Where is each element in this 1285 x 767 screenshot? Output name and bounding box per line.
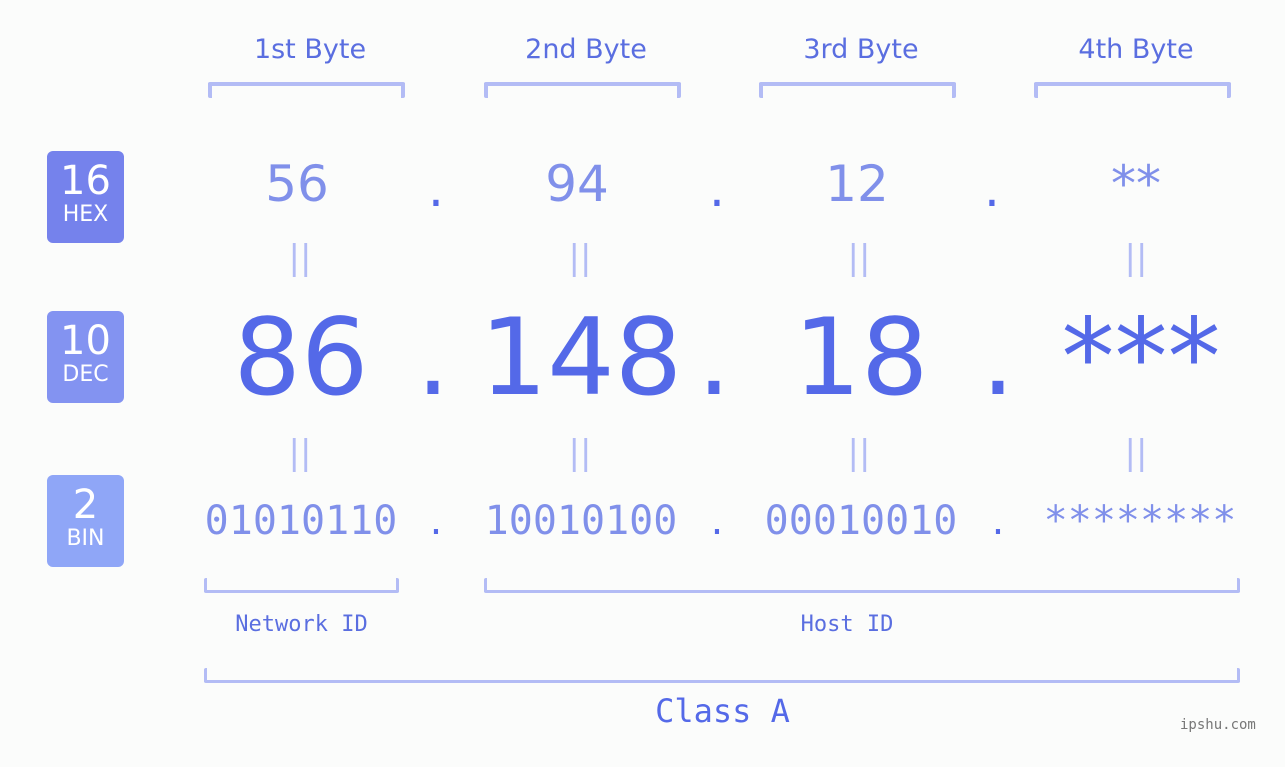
equals-dec-bin-4: ||	[1124, 433, 1148, 473]
bin-badge-number: 2	[72, 482, 99, 528]
dec-byte-3: 18	[793, 296, 929, 419]
dec-byte-2: 148	[479, 296, 683, 419]
byte-header-1: 1st Byte	[253, 34, 367, 65]
equals-hex-dec-2: ||	[568, 238, 592, 278]
byte-bracket-3	[759, 82, 956, 98]
bin-byte-2: 10010100	[484, 498, 678, 544]
bin-byte-3: 00010010	[764, 498, 958, 544]
hex-dot-3: .	[984, 160, 1000, 218]
hex-dot-1: .	[428, 160, 444, 218]
dec-dot-2: .	[697, 296, 731, 419]
bin-badge: 2 BIN	[47, 475, 124, 567]
byte-bracket-2	[484, 82, 681, 98]
watermark: ipshu.com	[1180, 717, 1256, 733]
byte-header-4: 4th Byte	[1078, 34, 1194, 65]
bin-dot-3: .	[991, 498, 1005, 544]
byte-bracket-4	[1034, 82, 1231, 98]
host-id-bracket	[484, 578, 1240, 593]
network-id-label: Network ID	[235, 612, 368, 637]
bin-dot-1: .	[429, 498, 443, 544]
hex-byte-1: 56	[265, 155, 329, 213]
dec-badge-number: 10	[60, 318, 111, 364]
equals-dec-bin-2: ||	[568, 433, 592, 473]
byte-header-3: 3rd Byte	[803, 34, 919, 65]
hex-byte-3: 12	[825, 155, 889, 213]
equals-hex-dec-3: ||	[847, 238, 871, 278]
bin-dot-2: .	[710, 498, 724, 544]
dec-dot-1: .	[416, 296, 450, 419]
dec-byte-1: 86	[233, 296, 369, 419]
equals-hex-dec-4: ||	[1124, 238, 1148, 278]
bin-byte-1: 01010110	[204, 498, 398, 544]
bin-byte-4: ********	[1043, 498, 1237, 544]
class-label: Class A	[655, 692, 790, 730]
host-id-label: Host ID	[800, 612, 894, 637]
hex-byte-4: **	[1111, 155, 1161, 213]
dec-byte-4: ***	[1061, 296, 1221, 419]
byte-header-2: 2nd Byte	[525, 34, 647, 65]
bin-badge-label: BIN	[66, 526, 105, 551]
dec-badge-label: DEC	[62, 362, 109, 387]
equals-dec-bin-1: ||	[288, 433, 312, 473]
byte-bracket-1	[208, 82, 405, 98]
class-bracket	[204, 668, 1240, 683]
hex-byte-2: 94	[545, 155, 609, 213]
hex-badge-number: 16	[60, 158, 111, 204]
hex-badge: 16 HEX	[47, 151, 124, 243]
hex-dot-2: .	[709, 160, 725, 218]
equals-hex-dec-1: ||	[288, 238, 312, 278]
dec-dot-3: .	[981, 296, 1015, 419]
network-id-bracket	[204, 578, 399, 593]
hex-badge-label: HEX	[62, 202, 109, 227]
equals-dec-bin-3: ||	[847, 433, 871, 473]
dec-badge: 10 DEC	[47, 311, 124, 403]
